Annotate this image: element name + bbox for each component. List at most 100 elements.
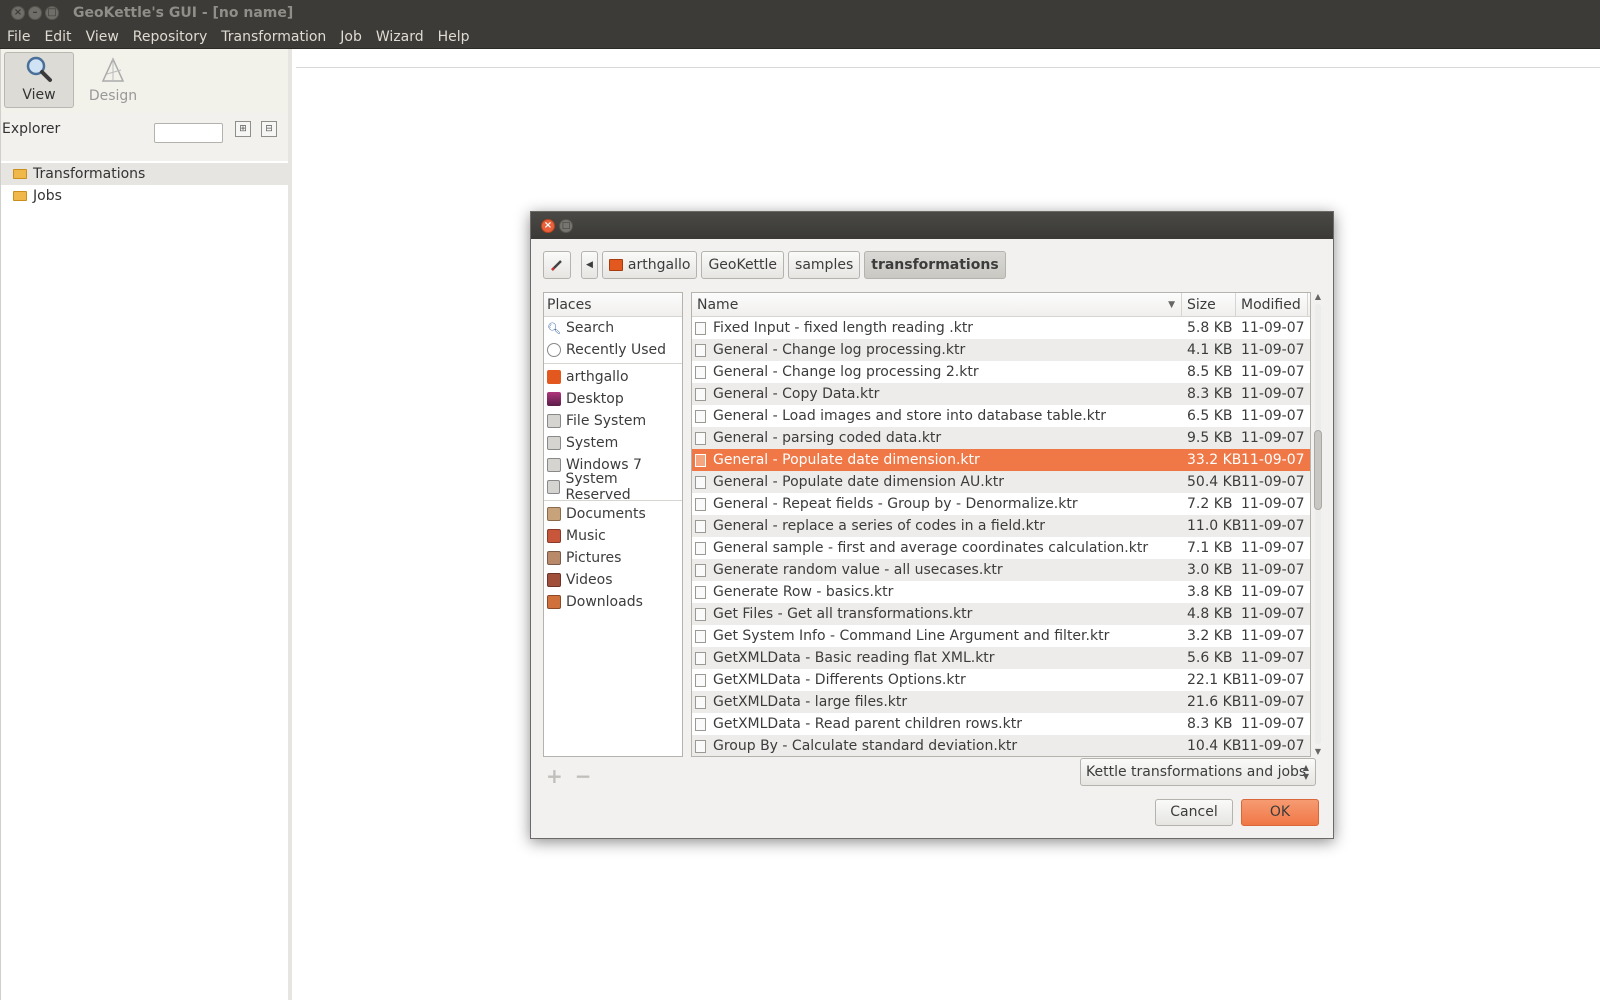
file-size: 3.8 KB <box>1187 584 1233 600</box>
explorer-label: Explorer <box>2 121 61 137</box>
scroll-track[interactable] <box>1315 304 1321 744</box>
file-row[interactable]: General - parsing coded data.ktr 9.5 KB 11… <box>692 427 1310 449</box>
menu-file[interactable]: File <box>2 29 35 45</box>
column-header-name[interactable]: Name ▼ <box>692 293 1182 316</box>
file-name-cell: Generate Row - basics.ktr <box>692 584 1182 600</box>
file-name-cell: General - Populate date dimension AU.ktr <box>692 474 1182 490</box>
menu-edit[interactable]: Edit <box>39 29 76 45</box>
place-desktop[interactable]: Desktop <box>544 388 682 410</box>
close-icon[interactable]: × <box>541 218 555 233</box>
file-icon <box>695 431 706 445</box>
file-row[interactable]: Get System Info - Command Line Argument … <box>692 625 1310 647</box>
menu-wizard[interactable]: Wizard <box>371 29 429 45</box>
maximize-icon[interactable]: □ <box>559 218 573 233</box>
place-search[interactable]: 🔍︎ Search <box>544 317 682 339</box>
collapse-all-icon[interactable]: ⊟ <box>261 121 277 137</box>
path-segment-home[interactable]: arthgallo <box>601 251 698 279</box>
file-size: 8.3 KB <box>1187 716 1233 732</box>
ok-button[interactable]: OK <box>1241 799 1319 826</box>
menu-view[interactable]: View <box>81 29 124 45</box>
place-documents[interactable]: Documents <box>544 503 682 525</box>
place-system[interactable]: System <box>544 432 682 454</box>
add-bookmark-icon[interactable]: + <box>546 764 563 788</box>
column-header-size[interactable]: Size <box>1182 293 1236 316</box>
file-icon <box>695 739 706 753</box>
file-row[interactable]: General - Repeat fields - Group by - Den… <box>692 493 1310 515</box>
file-row-selected[interactable]: General - Populate date dimension.ktr 33.… <box>692 449 1310 471</box>
view-perspective-button[interactable]: View <box>4 52 74 108</box>
menu-help[interactable]: Help <box>433 29 475 45</box>
tree-item-transformations[interactable]: Transformations <box>1 163 288 185</box>
drive-icon <box>547 458 561 472</box>
sort-down-icon: ▼ <box>1168 300 1175 310</box>
file-row[interactable]: GetXMLData - Read parent children rows.k… <box>692 713 1310 735</box>
file-row[interactable]: GetXMLData - large files.ktr 21.6 KB 11-09… <box>692 691 1310 713</box>
pictures-folder-icon <box>547 551 561 565</box>
scroll-down-icon[interactable]: ▼ <box>1313 747 1323 757</box>
place-recently-used[interactable]: Recently Used <box>544 339 682 361</box>
file-row[interactable]: GetXMLData - Basic reading flat XML.ktr 5… <box>692 647 1310 669</box>
remove-bookmark-icon[interactable]: − <box>575 764 592 788</box>
file-modified: 11-09-07 <box>1241 408 1305 424</box>
file-row[interactable]: General - Change log processing 2.ktr 8.5… <box>692 361 1310 383</box>
file-row[interactable]: Get Files - Get all transformations.ktr 4… <box>692 603 1310 625</box>
file-name-cell: GetXMLData - Read parent children rows.k… <box>692 716 1182 732</box>
file-type-filter[interactable]: Kettle transformations and jobs ▲ ▼ <box>1080 758 1316 786</box>
maximize-icon[interactable]: □ <box>45 6 59 20</box>
design-perspective-button[interactable]: Design <box>78 52 148 108</box>
minimize-icon[interactable]: – <box>28 6 42 20</box>
file-size: 5.6 KB <box>1187 650 1233 666</box>
file-row[interactable]: General - Copy Data.ktr 8.3 KB 11-09-07 <box>692 383 1310 405</box>
view-label: View <box>22 87 56 103</box>
file-row[interactable]: General - Populate date dimension AU.ktr… <box>692 471 1310 493</box>
expand-all-icon[interactable]: ⊞ <box>235 121 251 137</box>
file-row[interactable]: General - Change log processing.ktr 4.1 K… <box>692 339 1310 361</box>
place-videos[interactable]: Videos <box>544 569 682 591</box>
path-back-button[interactable]: ◀ <box>581 251 598 279</box>
scroll-thumb[interactable] <box>1314 430 1322 510</box>
scroll-up-icon[interactable]: ▲ <box>1313 292 1323 302</box>
place-label: Documents <box>566 506 646 522</box>
menu-repository[interactable]: Repository <box>128 29 212 45</box>
file-row[interactable]: GetXMLData - Differents Options.ktr 22.1 … <box>692 669 1310 691</box>
path-segment-current[interactable]: transformations <box>864 251 1006 279</box>
place-label: arthgallo <box>566 369 629 385</box>
file-name: Get Files - Get all transformations.ktr <box>713 606 973 622</box>
place-music[interactable]: Music <box>544 525 682 547</box>
file-size: 5.8 KB <box>1187 320 1233 336</box>
places-header: Places <box>544 293 682 317</box>
file-row[interactable]: Generate Row - basics.ktr 3.8 KB 11-09-07 <box>692 581 1310 603</box>
clock-icon <box>547 343 561 357</box>
column-header-modified[interactable]: Modified <box>1236 293 1308 316</box>
file-row[interactable]: Generate random value - all usecases.ktr… <box>692 559 1310 581</box>
menu-job[interactable]: Job <box>335 29 367 45</box>
file-name: General - Change log processing 2.ktr <box>713 364 979 380</box>
menu-transformation[interactable]: Transformation <box>216 29 331 45</box>
place-system-reserved[interactable]: System Reserved <box>544 471 682 503</box>
edit-location-button[interactable] <box>543 251 571 279</box>
cancel-button[interactable]: Cancel <box>1155 799 1233 826</box>
file-name-cell: Generate random value - all usecases.ktr <box>692 562 1182 578</box>
file-row[interactable]: Fixed Input - fixed length reading .ktr 5… <box>692 317 1310 339</box>
file-row[interactable]: General sample - first and average coord… <box>692 537 1310 559</box>
file-icon <box>695 409 706 423</box>
explorer-search-input[interactable] <box>154 123 223 143</box>
file-row[interactable]: Group By - Calculate standard deviation.… <box>692 735 1310 756</box>
file-icon <box>695 365 706 379</box>
file-row[interactable]: General - replace a series of codes in a… <box>692 515 1310 537</box>
path-segment[interactable]: GeoKettle <box>701 251 785 279</box>
place-pictures[interactable]: Pictures <box>544 547 682 569</box>
file-size: 22.1 KB <box>1187 672 1242 688</box>
file-row[interactable]: General - Load images and store into dat… <box>692 405 1310 427</box>
place-home[interactable]: arthgallo <box>544 366 682 388</box>
file-icon <box>695 475 706 489</box>
tree-item-jobs[interactable]: Jobs <box>1 185 288 207</box>
file-modified: 11-09-07 <box>1241 452 1305 468</box>
file-list-scrollbar[interactable]: ▲ ▼ <box>1313 292 1323 757</box>
documents-folder-icon <box>547 507 561 521</box>
close-icon[interactable]: × <box>11 6 25 20</box>
place-downloads[interactable]: Downloads <box>544 591 682 613</box>
file-name-cell: General - Change log processing 2.ktr <box>692 364 1182 380</box>
place-file-system[interactable]: File System <box>544 410 682 432</box>
path-segment[interactable]: samples <box>788 251 861 279</box>
